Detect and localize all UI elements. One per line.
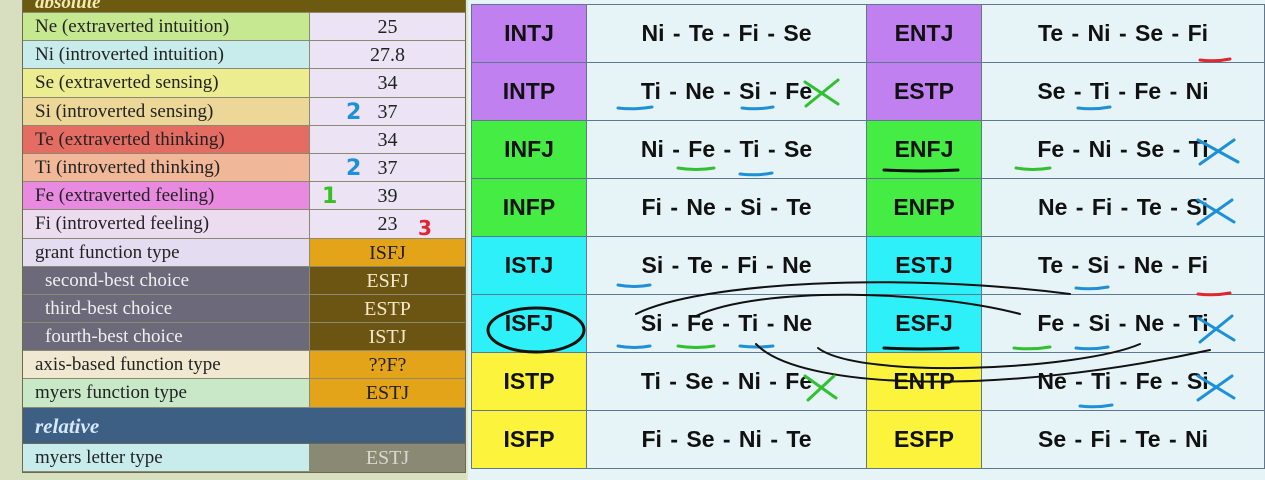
- function-stack-introvert: Ti - Se - Ni - Fe: [586, 352, 867, 411]
- type-row: INTP Ti - Ne - Si - Fe ESTP Se - Ti - Fe - …: [471, 62, 1265, 121]
- function-stack-extravert: Ne - Ti - Fe - Si: [981, 352, 1265, 411]
- hand-number-si: 2: [346, 100, 362, 125]
- function-score-row: third-best choice ESTP: [23, 294, 465, 324]
- function-stack-extravert: Ne - Fi - Te - Si: [981, 178, 1265, 237]
- type-row: INTJ Ni - Te - Fi - Se ENTJ Te - Ni - Se - …: [471, 4, 1265, 63]
- function-stack-introvert: Ni - Te - Fi - Se: [586, 4, 867, 63]
- function-score-row: fourth-best choice ISTJ: [23, 323, 465, 352]
- row-value: 37: [310, 97, 465, 125]
- row-value: 27.8: [310, 41, 465, 69]
- hand-number-ti: 2: [346, 156, 362, 181]
- type-row: INFP Fi - Ne - Si - Te ENFP Ne - Fi - Te - …: [471, 178, 1265, 237]
- function-stack-introvert: Si - Te - Fi - Ne: [586, 236, 867, 295]
- function-score-row: Fi (introverted feeling) 23: [23, 210, 465, 239]
- absolute-header: absolute: [23, 0, 465, 13]
- type-name-extravert: ESTJ: [866, 236, 982, 295]
- function-score-row: Ne (extraverted intuition) 25: [23, 13, 465, 42]
- row-label: fourth-best choice: [23, 323, 310, 351]
- type-name-introvert: ISFJ: [471, 294, 587, 353]
- function-score-row: Fe (extraverted feeling) 39: [23, 182, 465, 211]
- type-row: ISTJ Si - Te - Fi - Ne ESTJ Te - Si - Ne - …: [471, 236, 1265, 295]
- row-value: 23: [310, 210, 465, 238]
- function-stack-introvert: Fi - Ne - Si - Te: [586, 178, 867, 237]
- row-label: second-best choice: [23, 266, 310, 294]
- function-stack-introvert: Ti - Ne - Si - Fe: [586, 62, 867, 121]
- function-score-row: Ti (introverted thinking) 37: [23, 153, 465, 183]
- row-value: ISTJ: [310, 323, 465, 351]
- type-name-extravert: ENFJ: [866, 120, 982, 179]
- type-name-extravert: ESTP: [866, 62, 982, 121]
- hand-number-fe: 1: [322, 184, 338, 209]
- type-name-introvert: INTJ: [471, 4, 587, 63]
- row-value: 34: [310, 69, 465, 97]
- function-score-row: Se (extraverted sensing) 34: [23, 69, 465, 98]
- type-name-introvert: ISTP: [471, 352, 587, 411]
- function-score-row: myers function type ESTJ: [23, 379, 465, 408]
- row-value: ESTJ: [310, 379, 465, 407]
- type-name-extravert: ENTJ: [866, 4, 982, 63]
- function-score-row: second-best choice ESFJ: [23, 266, 465, 295]
- hand-number-fi: 3: [418, 216, 432, 240]
- function-score-row: Te (extraverted thinking) 34: [23, 125, 465, 154]
- function-score-row: grant function type ISFJ: [23, 238, 465, 267]
- row-label: grant function type: [23, 238, 310, 266]
- row-label: axis-based function type: [23, 351, 310, 379]
- row-label: Ne (extraverted intuition): [23, 13, 310, 41]
- row-label: Ni (introverted intuition): [23, 41, 310, 69]
- type-name-extravert: ENFP: [866, 178, 982, 237]
- row-label: myers function type: [23, 379, 310, 407]
- type-name-introvert: INTP: [471, 62, 587, 121]
- function-stack-introvert: Fi - Se - Ni - Te: [586, 410, 867, 469]
- myers-letter-type-row: myers letter type ESTJ: [23, 443, 465, 472]
- row-value: 25: [310, 13, 465, 41]
- row-label: Se (extraverted sensing): [23, 69, 310, 97]
- type-function-grid: INTJ Ni - Te - Fi - Se ENTJ Te - Ni - Se - …: [471, 4, 1265, 469]
- function-stack-introvert: Ni - Fe - Ti - Se: [586, 120, 867, 179]
- function-score-rows: Ne (extraverted intuition) 25 Ni (introver…: [23, 13, 465, 408]
- function-stack-extravert: Te - Si - Ne - Fi: [981, 236, 1265, 295]
- row-value: ESTP: [310, 294, 465, 323]
- row-label: myers letter type: [23, 443, 310, 471]
- row-value: 34: [310, 125, 465, 153]
- function-stack-extravert: Se - Fi - Te - Ni: [981, 410, 1265, 469]
- type-name-introvert: ISFP: [471, 410, 587, 469]
- type-row: ISFP Fi - Se - Ni - Te ESFP Se - Fi - Te - …: [471, 410, 1265, 469]
- row-label: third-best choice: [23, 294, 310, 323]
- function-scores-panel: absolute Ne (extraverted intuition) 25 Ni …: [0, 0, 466, 480]
- function-score-row: axis-based function type ??F?: [23, 351, 465, 380]
- type-function-grid-panel: INTJ Ni - Te - Fi - Se ENTJ Te - Ni - Se - …: [468, 0, 1265, 480]
- row-label: Fi (introverted feeling): [23, 210, 310, 238]
- type-name-introvert: INFJ: [471, 120, 587, 179]
- function-scores-table: absolute Ne (extraverted intuition) 25 Ni …: [22, 0, 466, 473]
- type-row: ISFJ Si - Fe - Ti - Ne ESFJ Fe - Si - Ne - …: [471, 294, 1265, 353]
- function-stack-introvert: Si - Fe - Ti - Ne: [586, 294, 867, 353]
- type-name-introvert: INFP: [471, 178, 587, 237]
- type-name-extravert: ENTP: [866, 352, 982, 411]
- function-stack-extravert: Fe - Si - Ne - Ti: [981, 294, 1265, 353]
- function-stack-extravert: Se - Ti - Fe - Ni: [981, 62, 1265, 121]
- row-value: ISFJ: [310, 238, 465, 266]
- row-value: ESFJ: [310, 266, 465, 294]
- type-name-extravert: ESFP: [866, 410, 982, 469]
- row-value: ESTJ: [310, 443, 465, 471]
- row-label: Ti (introverted thinking): [23, 153, 310, 182]
- function-stack-extravert: Fe - Ni - Se - Ti: [981, 120, 1265, 179]
- function-stack-extravert: Te - Ni - Se - Fi: [981, 4, 1265, 63]
- type-row: INFJ Ni - Fe - Ti - Se ENFJ Fe - Ni - Se - …: [471, 120, 1265, 179]
- function-score-row: Si (introverted sensing) 37: [23, 97, 465, 126]
- type-row: ISTP Ti - Se - Ni - Fe ENTP Ne - Ti - Fe - …: [471, 352, 1265, 411]
- absolute-header-label: absolute: [35, 0, 101, 13]
- row-value: 37: [310, 153, 465, 182]
- row-label: Fe (extraverted feeling): [23, 182, 310, 210]
- row-label: Si (introverted sensing): [23, 97, 310, 125]
- type-name-introvert: ISTJ: [471, 236, 587, 295]
- type-name-extravert: ESFJ: [866, 294, 982, 353]
- relative-header: relative: [23, 407, 465, 444]
- function-score-row: Ni (introverted intuition) 27.8: [23, 41, 465, 70]
- row-label: Te (extraverted thinking): [23, 125, 310, 153]
- relative-header-label: relative: [35, 413, 100, 438]
- row-value: ??F?: [310, 351, 465, 379]
